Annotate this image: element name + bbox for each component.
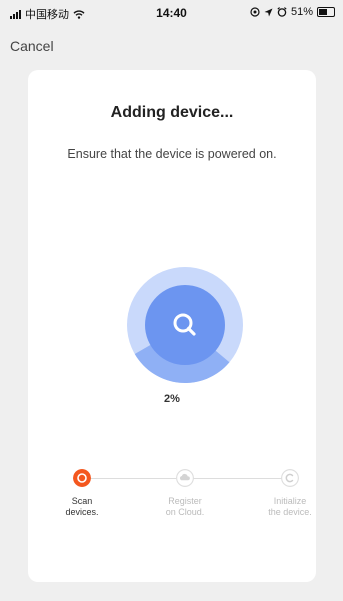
cloud-step-icon [176, 469, 194, 487]
battery-percent: 51% [290, 6, 313, 18]
step-label-initialize: Initialize the device. [268, 496, 312, 517]
location-lock-icon [250, 7, 260, 17]
progress-steps: Scan devices. Register on Cloud. Initializ… [28, 469, 316, 529]
step-label-scan: Scan devices. [65, 496, 99, 517]
status-bar: 中国移动 14:40 51% [0, 0, 343, 24]
adding-device-card: Adding device... Ensure that the device … [28, 70, 316, 582]
initialize-step-icon [281, 469, 299, 487]
step-label-register: Register on Cloud. [165, 496, 205, 517]
alarm-icon [277, 7, 287, 17]
progress-loader [127, 267, 243, 383]
location-arrow-icon [264, 8, 273, 16]
step-connector [82, 478, 176, 479]
progress-percent: 2% [164, 393, 180, 405]
instruction-text: Ensure that the device is powered on. [67, 147, 277, 161]
page-title: Adding device... [110, 104, 234, 121]
cancel-button[interactable]: Cancel [10, 38, 54, 54]
step-connector [191, 478, 285, 479]
battery-icon [317, 7, 335, 17]
loader-inner-circle [145, 285, 225, 365]
scan-step-icon [73, 469, 91, 487]
